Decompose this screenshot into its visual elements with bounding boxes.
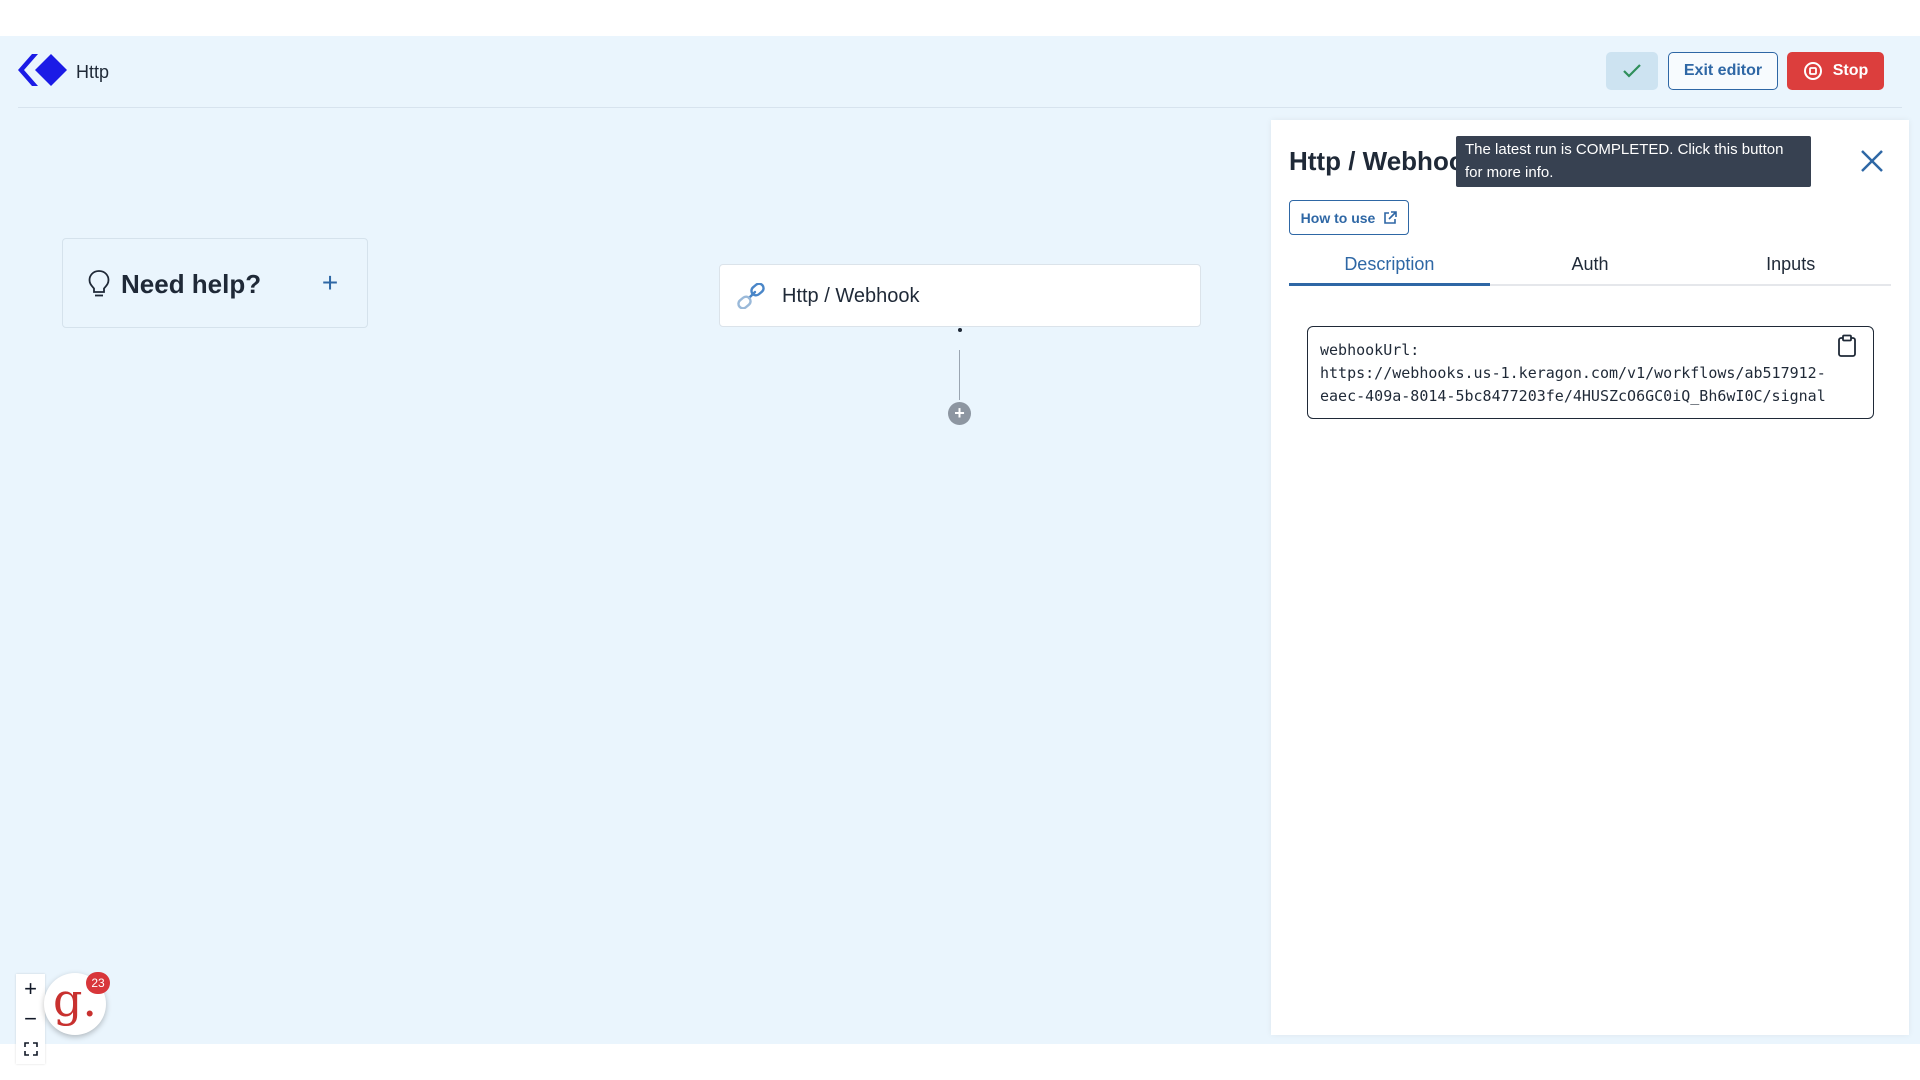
- fit-view-button[interactable]: [16, 1034, 45, 1064]
- need-help-title: Need help?: [121, 269, 262, 299]
- zoom-in-button[interactable]: +: [16, 974, 45, 1004]
- run-status-tooltip: The latest run is COMPLETED. Click this …: [1456, 136, 1811, 187]
- fit-view-icon: [23, 1042, 38, 1056]
- check-icon: [1623, 64, 1641, 78]
- expand-help-button[interactable]: +: [315, 269, 345, 299]
- webhook-trigger-node[interactable]: Http / Webhook: [719, 264, 1201, 327]
- notification-count-badge: 23: [86, 972, 110, 994]
- tab-auth[interactable]: Auth: [1490, 250, 1691, 286]
- node-connector-line: [959, 350, 960, 400]
- header: Http Exit editor Stop: [18, 36, 1902, 108]
- how-to-use-label: How to use: [1300, 209, 1376, 226]
- tab-description[interactable]: Description: [1289, 250, 1490, 286]
- panel-title: Http / Webhook: [1289, 146, 1480, 176]
- link-icon: [737, 283, 765, 309]
- panel-tabs: Description Auth Inputs: [1289, 250, 1891, 286]
- node-label: Http / Webhook: [782, 285, 920, 307]
- add-step-button[interactable]: +: [948, 402, 971, 425]
- zoom-out-button[interactable]: −: [16, 1004, 45, 1034]
- how-to-use-button[interactable]: How to use: [1289, 200, 1409, 235]
- close-icon[interactable]: [1857, 146, 1887, 176]
- exit-editor-button[interactable]: Exit editor: [1668, 52, 1778, 90]
- tab-inputs[interactable]: Inputs: [1690, 250, 1891, 286]
- run-status-button[interactable]: [1606, 52, 1658, 90]
- keragon-logo-icon[interactable]: [18, 52, 68, 88]
- webhook-url-box[interactable]: webhookUrl: https://webhooks.us-1.kerago…: [1307, 326, 1874, 419]
- workflow-title: Http: [76, 62, 110, 82]
- node-output-handle[interactable]: [958, 328, 962, 332]
- zoom-controls: + −: [16, 974, 45, 1064]
- stop-label: Stop: [1832, 62, 1869, 79]
- external-link-icon: [1384, 210, 1398, 224]
- need-help-card[interactable]: Need help? +: [62, 238, 368, 328]
- workflow-editor: Http Exit editor Stop Need help? + Http …: [0, 36, 1920, 1064]
- stop-button[interactable]: Stop: [1787, 52, 1884, 90]
- stop-circle-icon: [1803, 62, 1822, 80]
- clipboard-icon[interactable]: [1837, 334, 1857, 358]
- node-details-panel: Http / Webhook How to use Description Au…: [1271, 120, 1909, 1035]
- lightbulb-icon: [88, 270, 110, 297]
